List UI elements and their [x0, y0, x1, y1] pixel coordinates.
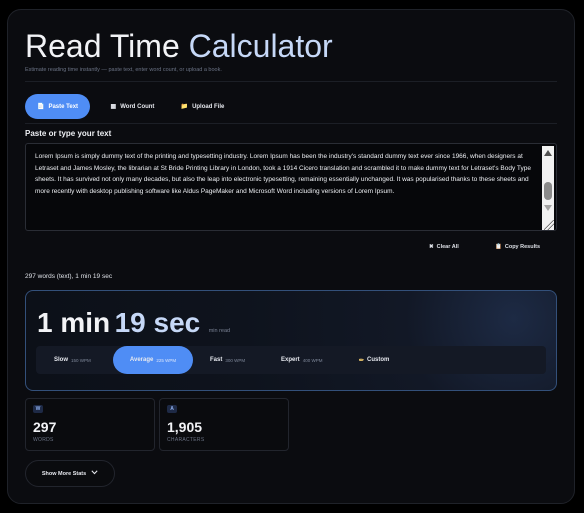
textarea-scrollbar[interactable]: [542, 146, 554, 230]
stat-caption: CHARACTERS: [167, 437, 205, 443]
stat-value: 297: [33, 419, 57, 435]
chevron-down-icon: [91, 470, 98, 477]
document-icon: 📄: [36, 104, 45, 110]
result-panel: 1 min 19 sec min read Slow 150 WPM Avera…: [25, 290, 557, 391]
words-badge-icon: W: [33, 405, 43, 413]
stat-card-characters: A 1,905 CHARACTERS: [159, 398, 289, 451]
scroll-thumb[interactable]: [544, 182, 552, 200]
close-icon: ✖: [429, 244, 434, 250]
folder-icon: 📁: [180, 104, 189, 110]
tab-upload-file[interactable]: 📁 Upload File: [170, 94, 235, 119]
speed-slow[interactable]: Slow 150 WPM: [54, 346, 91, 374]
grid-icon: ▦: [110, 104, 117, 110]
speed-expert[interactable]: Expert 400 WPM: [281, 346, 322, 374]
copy-results-button[interactable]: 📋 Copy Results: [495, 244, 540, 250]
text-input[interactable]: Lorem Ipsum is simply dummy text of the …: [25, 143, 557, 231]
tabs-divider: [25, 123, 557, 124]
tab-word-count[interactable]: ▦ Word Count: [100, 94, 165, 119]
page-title: Read Time Calculator: [25, 28, 333, 64]
scroll-up-icon[interactable]: [544, 150, 552, 156]
characters-badge-icon: A: [167, 405, 177, 413]
stat-card-words: W 297 WORDS: [25, 398, 155, 451]
speed-custom[interactable]: ✏ Custom: [359, 346, 389, 374]
clipboard-icon: 📋: [495, 244, 502, 250]
page-subtitle: Estimate reading time instantly — paste …: [25, 67, 222, 73]
text-input-value[interactable]: Lorem Ipsum is simply dummy text of the …: [35, 151, 532, 198]
pencil-icon: ✏: [359, 357, 365, 364]
clear-all-button[interactable]: ✖ Clear All: [429, 244, 459, 250]
reading-speed-selector: Slow 150 WPM Average 225 WPM Fast 300 WP…: [36, 346, 546, 374]
summary-line: 297 words (text), 1 min 19 sec: [25, 273, 113, 280]
read-time-value: 1 min 19 sec min read: [37, 307, 231, 338]
show-more-stats-button[interactable]: Show More Stats: [25, 460, 115, 487]
scroll-down-icon[interactable]: [544, 205, 552, 211]
text-input-label: Paste or type your text: [25, 129, 112, 138]
speed-average[interactable]: Average 225 WPM: [113, 346, 193, 374]
stat-caption: WORDS: [33, 437, 54, 443]
header-divider: [25, 81, 557, 82]
resize-handle-icon[interactable]: [544, 220, 554, 230]
speed-fast[interactable]: Fast 300 WPM: [210, 346, 245, 374]
tab-paste-text[interactable]: 📄 Paste Text: [25, 94, 90, 119]
stat-value: 1,905: [167, 419, 203, 435]
